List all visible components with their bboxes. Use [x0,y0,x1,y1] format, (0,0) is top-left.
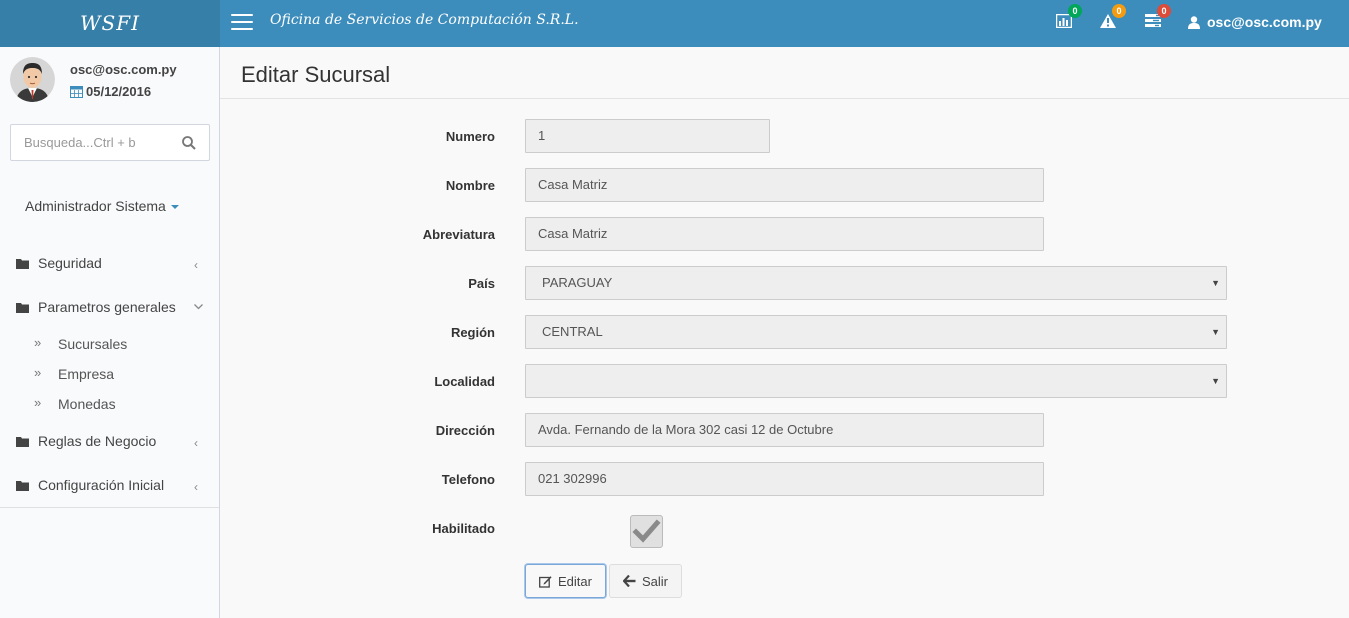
localidad-select[interactable]: ▼ [525,364,1227,398]
edit-button-label: Editar [558,573,592,589]
brand-logo[interactable]: WSFI [0,0,220,47]
calendar-icon [70,86,83,98]
chevron-left-icon: ‹ [194,436,198,450]
double-angle-right-icon: » [34,335,42,350]
exit-button[interactable]: Salir [609,564,682,598]
nombre-field[interactable]: Casa Matriz [525,168,1044,202]
sidebar-subitem-monedas[interactable]: » Monedas [0,393,219,417]
sidebar-item-label: Seguridad [38,255,102,271]
subitem-label: Empresa [58,366,115,382]
role-label: Administrador Sistema [25,198,166,214]
numero-field[interactable]: 1 [525,119,770,153]
user-icon [1188,15,1200,29]
dropdown-arrow-icon: ▼ [1211,278,1220,288]
avatar [10,57,55,102]
region-selected: CENTRAL [542,324,603,339]
sidebar-item-configuracion-inicial[interactable]: Configuración Inicial ‹ [0,470,219,500]
company-name: Oficina de Servicios de Computación S.R.… [270,12,579,28]
region-select[interactable]: CENTRAL ▼ [525,315,1227,349]
sidebar-subitem-sucursales[interactable]: » Sucursales [0,333,219,357]
sidebar-search [10,124,210,161]
sidebar: osc@osc.com.py 05/12/2016 Administrador … [0,47,220,618]
tasks-notification[interactable]: 0 [1145,4,1171,36]
checkmark-icon [632,519,661,543]
sidebar-item-seguridad[interactable]: Seguridad ‹ [0,248,219,278]
date-text: 05/12/2016 [86,84,152,99]
top-navbar: WSFI Oficina de Servicios de Computación… [0,0,1349,47]
alerts-badge: 0 [1112,4,1126,18]
user-email: osc@osc.com.py [1207,14,1322,30]
caret-down-icon [170,205,179,210]
sidebar-item-reglas-de-negocio[interactable]: Reglas de Negocio ‹ [0,426,219,456]
localidad-label: Localidad [434,374,495,389]
abreviatura-label: Abreviatura [422,227,495,242]
habilitado-label: Habilitado [432,521,495,536]
main-content: Editar Sucursal Numero 1 Nombre Casa Mat… [220,47,1349,618]
dropdown-arrow-icon: ▼ [1211,376,1220,386]
role-dropdown[interactable]: Administrador Sistema [25,198,179,214]
chevron-down-icon [194,304,203,310]
arrow-left-icon [622,575,636,587]
sidebar-item-parametros-generales[interactable]: Parametros generales [0,292,219,322]
charts-notification[interactable]: 0 [1056,4,1082,36]
subitem-label: Sucursales [58,336,128,352]
pais-selected: PARAGUAY [542,275,613,290]
folder-icon [16,481,29,491]
telefono-label: Telefono [441,472,495,487]
folder-icon [16,303,29,313]
nombre-label: Nombre [445,178,495,193]
folder-icon [16,259,29,269]
dropdown-arrow-icon: ▼ [1211,327,1220,337]
edit-icon [539,575,552,588]
chevron-left-icon: ‹ [194,480,198,494]
sidebar-item-label: Reglas de Negocio [38,433,157,449]
abreviatura-field[interactable]: Casa Matriz [525,217,1044,251]
folder-icon [16,437,29,447]
pais-label: País [468,276,495,291]
habilitado-checkbox[interactable] [630,515,663,548]
title-divider [220,98,1349,99]
region-label: Región [450,325,495,340]
double-angle-right-icon: » [34,365,42,380]
page-title: Editar Sucursal [241,62,391,87]
numero-label: Numero [445,129,495,144]
chevron-left-icon: ‹ [194,258,198,272]
alerts-notification[interactable]: 0 [1100,4,1126,36]
tasks-badge: 0 [1157,4,1171,18]
sidebar-item-label: Parametros generales [38,299,176,315]
search-input[interactable] [11,125,171,160]
sidebar-item-label: Configuración Inicial [38,477,165,493]
direccion-field[interactable]: Avda. Fernando de la Mora 302 casi 12 de… [525,413,1044,447]
telefono-field[interactable]: 021 302996 [525,462,1044,496]
pais-select[interactable]: PARAGUAY ▼ [525,266,1227,300]
double-angle-right-icon: » [34,395,42,410]
sidebar-divider [0,507,219,508]
user-menu[interactable]: osc@osc.com.py [1188,14,1322,30]
menu-icon[interactable] [231,14,253,32]
charts-badge: 0 [1068,4,1082,18]
search-icon[interactable] [182,136,196,150]
direccion-label: Dirección [435,423,495,438]
subitem-label: Monedas [58,396,116,412]
edit-button[interactable]: Editar [525,564,606,598]
exit-button-label: Salir [641,573,668,589]
sidebar-subitem-empresa[interactable]: » Empresa [0,363,219,387]
sidebar-user-date: 05/12/2016 [70,84,151,99]
sidebar-user-name: osc@osc.com.py [70,62,177,77]
